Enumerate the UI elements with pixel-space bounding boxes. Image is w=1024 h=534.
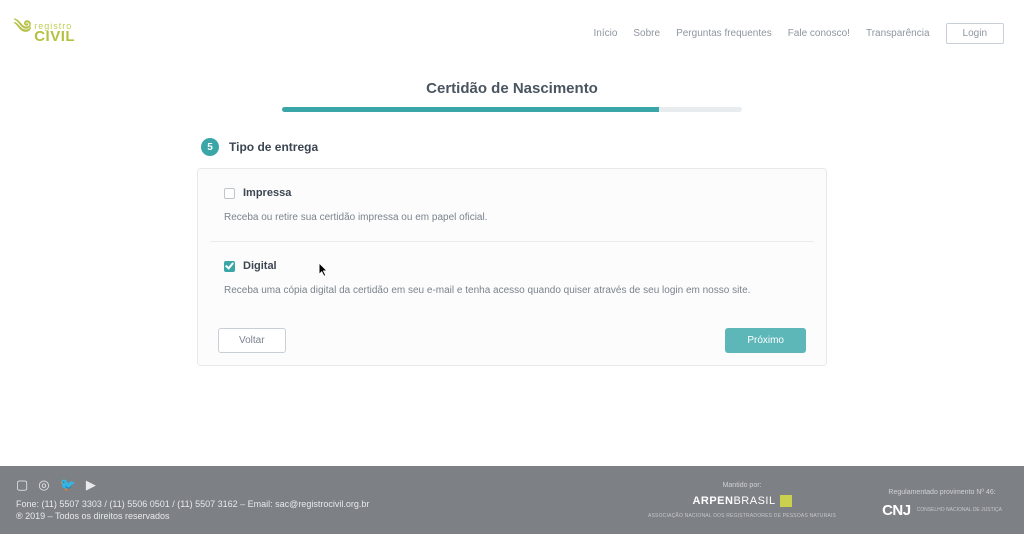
step-number-badge: 5	[201, 138, 219, 156]
checkbox-impressa[interactable]	[224, 188, 235, 199]
arpen-bold: ARPEN	[692, 495, 733, 507]
option-impressa[interactable]: Impressa Receba ou retire sua certidão i…	[198, 169, 826, 241]
instagram-icon[interactable]: ◎	[38, 477, 49, 493]
action-row: Voltar Próximo	[198, 314, 826, 353]
header: ༄ registro CIVIL Início Sobre Perguntas …	[0, 0, 1024, 68]
logo[interactable]: ༄ registro CIVIL	[14, 8, 75, 58]
login-button[interactable]: Login	[946, 23, 1004, 44]
nav-sobre[interactable]: Sobre	[633, 28, 660, 39]
logo-text-main: CIVIL	[34, 30, 75, 44]
footer-cnj-col: Regulamentado provimento Nº 46: CNJ CONS…	[882, 489, 1002, 519]
next-button[interactable]: Próximo	[725, 328, 806, 353]
nav-fale-conosco[interactable]: Fale conosco!	[788, 28, 850, 39]
progress-fill	[282, 107, 659, 112]
arpen-badge-icon	[780, 495, 792, 507]
arpen-suffix: BRASIL	[733, 495, 775, 507]
step-header: 5 Tipo de entrega	[201, 138, 827, 156]
footer-contact: Fone: (11) 5507 3303 / (11) 5506 0501 / …	[16, 499, 369, 509]
option-digital-desc: Receba uma cópia digital da certidão em …	[224, 284, 800, 298]
option-impressa-desc: Receba ou retire sua certidão impressa o…	[224, 211, 800, 225]
cnj-text: CNJ	[882, 502, 911, 519]
checkbox-digital[interactable]	[224, 261, 235, 272]
cnj-logo[interactable]: CNJ CONSELHO NACIONAL DE JUSTIÇA	[882, 502, 1002, 519]
option-impressa-title: Impressa	[243, 187, 291, 199]
delivery-card: Impressa Receba ou retire sua certidão i…	[197, 168, 827, 366]
twitter-icon[interactable]: 🐦	[60, 477, 76, 493]
nav-transparencia[interactable]: Transparência	[866, 28, 930, 39]
page-title: Certidão de Nascimento	[426, 80, 598, 97]
arpen-logo[interactable]: ARPENBRASIL	[692, 495, 791, 507]
facebook-icon[interactable]: ▢	[16, 477, 28, 493]
option-digital-title: Digital	[243, 260, 277, 272]
main-content: Certidão de Nascimento 5 Tipo de entrega…	[0, 68, 1024, 366]
footer-arpen-col: Mantido por: ARPENBRASIL ASSOCIAÇÃO NACI…	[648, 482, 836, 519]
arpen-sub: ASSOCIAÇÃO NACIONAL DOS REGISTRADORES DE…	[648, 513, 836, 519]
top-nav: Início Sobre Perguntas frequentes Fale c…	[593, 23, 1004, 44]
cnj-sub: CONSELHO NACIONAL DE JUSTIÇA	[917, 507, 1002, 513]
nav-perguntas[interactable]: Perguntas frequentes	[676, 28, 772, 39]
back-button[interactable]: Voltar	[218, 328, 286, 353]
footer: ▢ ◎ 🐦 ▶ Fone: (11) 5507 3303 / (11) 5506…	[0, 466, 1024, 534]
footer-copyright: ® 2019 – Todos os direitos reservados	[16, 511, 369, 521]
regulamentado-label: Regulamentado provimento Nº 46:	[888, 489, 995, 496]
option-digital[interactable]: Digital Receba uma cópia digital da cert…	[198, 242, 826, 314]
nav-inicio[interactable]: Início	[593, 28, 617, 39]
logo-icon: ༄	[14, 8, 30, 58]
social-icons: ▢ ◎ 🐦 ▶	[16, 477, 369, 493]
mantido-label: Mantido por:	[723, 482, 762, 489]
youtube-icon[interactable]: ▶	[86, 477, 96, 493]
progress-bar	[282, 107, 742, 112]
step-title: Tipo de entrega	[229, 140, 318, 154]
